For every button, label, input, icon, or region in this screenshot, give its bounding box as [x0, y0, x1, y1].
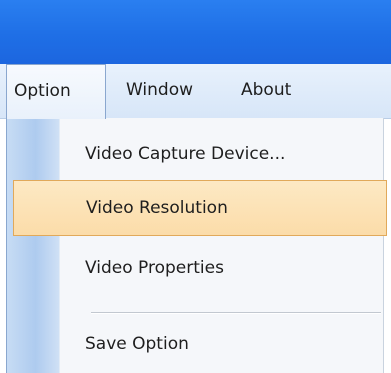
- menu-item-label: Video Capture Device...: [85, 144, 286, 164]
- menu-item-label: Save Option: [85, 334, 189, 354]
- menu-item-save-option[interactable]: Save Option: [7, 316, 383, 372]
- menu-window[interactable]: Window: [126, 64, 193, 118]
- menu-item-label: Video Properties: [85, 258, 224, 278]
- title-bar: [0, 0, 391, 64]
- menu-option[interactable]: Option: [6, 64, 106, 119]
- option-dropdown-menu: Video Capture Device... Video Resolution…: [6, 118, 387, 373]
- menu-about-label: About: [241, 80, 292, 100]
- menu-item-video-capture-device[interactable]: Video Capture Device...: [7, 126, 383, 182]
- menu-item-video-resolution[interactable]: Video Resolution: [13, 180, 387, 236]
- menu-about[interactable]: About: [241, 64, 291, 118]
- menu-option-label: Option: [14, 81, 71, 101]
- menu-window-label: Window: [126, 80, 194, 100]
- menu-item-video-properties[interactable]: Video Properties: [7, 240, 383, 296]
- menu-bar: Option Window About: [0, 64, 391, 119]
- menu-item-label: Video Resolution: [86, 198, 228, 218]
- menu-separator: [91, 312, 381, 314]
